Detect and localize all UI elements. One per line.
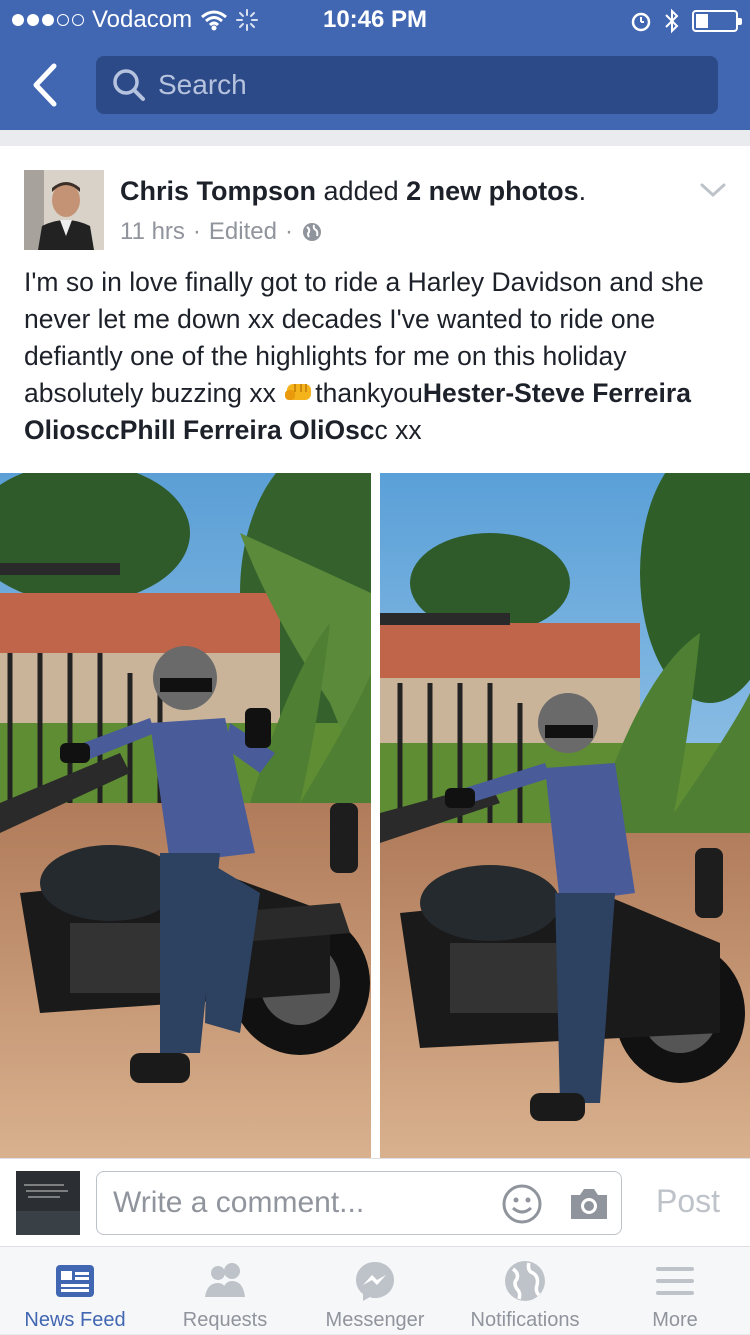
post-text-end: c xx xyxy=(374,415,422,445)
news-feed-icon xyxy=(56,1265,94,1297)
post-options-button[interactable] xyxy=(698,180,728,200)
tab-bar: News Feed Requests Messenger Notificatio… xyxy=(0,1246,750,1334)
thanks-text: thankyou xyxy=(315,378,423,408)
current-user-avatar xyxy=(16,1171,80,1235)
tab-requests[interactable]: Requests xyxy=(150,1247,300,1335)
chevron-down-icon xyxy=(700,183,726,198)
navigation-bar xyxy=(0,40,750,130)
sticker-icon[interactable] xyxy=(501,1183,543,1225)
fist-emoji-icon xyxy=(285,384,312,400)
tab-label: Notifications xyxy=(470,1309,580,1331)
menu-icon xyxy=(656,1267,694,1295)
post-photo-1[interactable] xyxy=(0,473,371,1158)
post-photo-2[interactable] xyxy=(380,473,750,1158)
tab-label: Messenger xyxy=(325,1309,425,1331)
post-action-end: . xyxy=(578,176,587,206)
tab-label: News Feed xyxy=(24,1309,126,1331)
tab-notifications[interactable]: Notifications xyxy=(450,1247,600,1335)
alarm-icon xyxy=(631,12,651,32)
bluetooth-icon xyxy=(665,8,679,34)
comment-input[interactable] xyxy=(113,1186,493,1220)
tab-messenger[interactable]: Messenger xyxy=(300,1247,450,1335)
tab-news-feed[interactable]: News Feed xyxy=(0,1247,150,1335)
post-action-target[interactable]: 2 new photos xyxy=(406,176,579,206)
comment-field[interactable] xyxy=(96,1171,622,1235)
tab-label: Requests xyxy=(182,1309,268,1331)
meta-separator: · xyxy=(192,218,201,245)
search-bar[interactable] xyxy=(96,56,718,114)
status-bar: Vodacom 10:46 PM xyxy=(0,0,750,40)
post-body: I'm so in love finally got to ride a Har… xyxy=(24,264,724,449)
globe-icon xyxy=(302,223,321,241)
globe-icon xyxy=(505,1261,545,1301)
tab-more[interactable]: More xyxy=(600,1247,750,1335)
post-action: added xyxy=(323,176,399,206)
author-avatar[interactable] xyxy=(24,170,104,250)
post-meta: 11 hrs · Edited · xyxy=(120,218,323,246)
back-button[interactable] xyxy=(26,60,66,110)
camera-icon[interactable] xyxy=(567,1186,611,1222)
tab-label: More xyxy=(652,1309,698,1331)
messenger-icon xyxy=(356,1262,394,1301)
chevron-left-icon xyxy=(33,63,57,107)
post-comment-button[interactable]: Post xyxy=(656,1183,720,1220)
meta-separator: · xyxy=(284,218,293,245)
search-icon xyxy=(113,69,145,101)
author-name[interactable]: Chris Tompson xyxy=(120,176,316,206)
battery-icon xyxy=(692,10,742,32)
post-header: Chris Tompson added 2 new photos. xyxy=(120,176,586,207)
friend-requests-icon xyxy=(205,1263,245,1297)
edited-label[interactable]: Edited xyxy=(209,218,277,246)
search-input[interactable] xyxy=(158,69,698,101)
post-time[interactable]: 11 hrs xyxy=(120,218,185,246)
post-card: Chris Tompson added 2 new photos. 11 hrs… xyxy=(0,146,750,1158)
comment-bar: Post xyxy=(0,1158,750,1246)
